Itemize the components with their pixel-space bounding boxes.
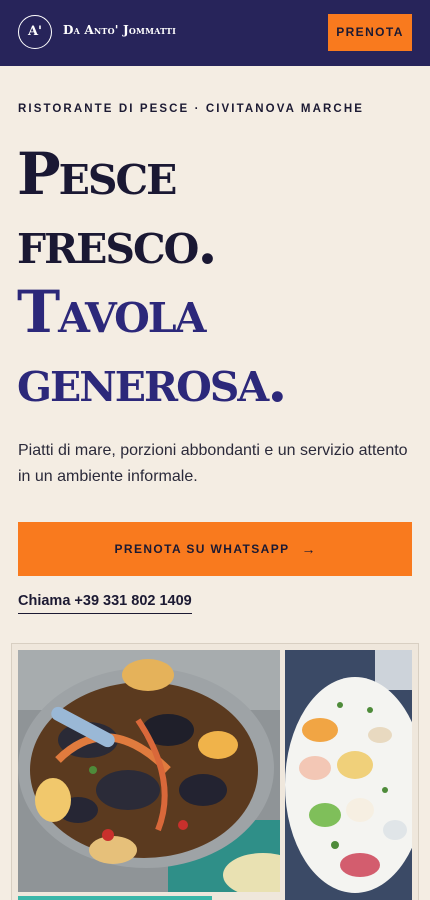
teal-accent-strip [18, 896, 212, 900]
seafood-pan-illustration [18, 650, 280, 892]
arrow-right-icon: → [301, 541, 316, 557]
whatsapp-booking-button[interactable]: PRENOTA SU WHATSAPP → [18, 522, 412, 576]
hero-headline: Pesce fresco. Tavola generosa. [17, 140, 287, 416]
whatsapp-button-label: PRENOTA SU WHATSAPP [114, 542, 290, 556]
brand-name[interactable]: Da Anto' Jommatti [63, 23, 176, 37]
headline-line-1: Pesce [17, 140, 177, 208]
eyebrow-tagline: RISTORANTE DI PESCE · CIVITANOVA MARCHE [18, 103, 364, 115]
headline-line-4: generosa. [17, 347, 287, 415]
seafood-platter-photo[interactable] [285, 650, 412, 900]
call-phone-link[interactable]: Chiama +39 331 802 1409 [18, 593, 192, 614]
top-navigation-bar: A' Da Anto' Jommatti PRENOTA [0, 0, 430, 66]
seafood-pan-photo[interactable] [18, 650, 280, 892]
headline-line-3: Tavola [17, 278, 206, 346]
seafood-platter-illustration [285, 650, 412, 900]
monogram-circle-icon[interactable]: A' [18, 15, 52, 49]
hero-description: Piatti di mare, porzioni abbondanti e un… [18, 442, 408, 485]
headline-line-2: fresco. [17, 209, 218, 277]
book-button[interactable]: PRENOTA [328, 14, 412, 51]
